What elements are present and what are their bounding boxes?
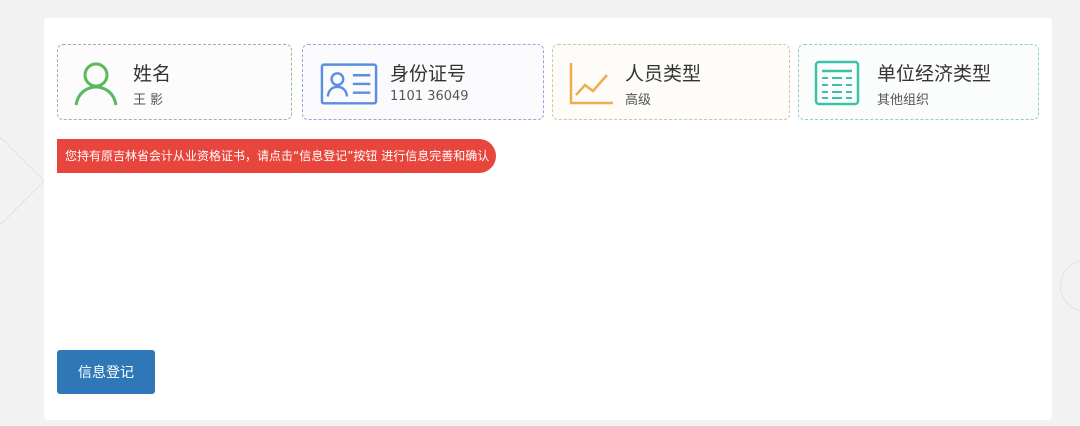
info-register-button[interactable]: 信息登记 <box>57 350 155 394</box>
background-decoration <box>1060 260 1080 312</box>
id-number-card: 身份证号 1101 36049 <box>302 44 544 120</box>
background-decoration <box>0 137 45 225</box>
personnel-type-card: 人员类型 高级 <box>552 44 790 120</box>
id-card-icon <box>320 63 378 105</box>
personnel-type-label: 人员类型 <box>625 63 702 85</box>
info-panel: 姓名 王 影 身份证号 1101 36049 人员类型 高级 单位经济类型 其他… <box>44 18 1052 420</box>
id-number-value: 1101 36049 <box>390 89 469 104</box>
user-icon <box>74 62 118 106</box>
table-icon <box>814 60 860 106</box>
name-card: 姓名 王 影 <box>57 44 292 120</box>
unit-economic-type-value: 其他组织 <box>877 93 930 108</box>
certificate-notice-alert: 您持有原吉林省会计从业资格证书，请点击“信息登记”按钮 进行信息完善和确认 <box>57 139 496 173</box>
personnel-type-value: 高级 <box>625 93 652 108</box>
unit-economic-type-card: 单位经济类型 其他组织 <box>798 44 1039 120</box>
name-label: 姓名 <box>133 63 172 85</box>
id-number-label: 身份证号 <box>390 63 467 85</box>
line-chart-icon <box>569 63 613 105</box>
unit-economic-type-label: 单位经济类型 <box>877 63 992 85</box>
name-value: 王 影 <box>133 93 164 108</box>
